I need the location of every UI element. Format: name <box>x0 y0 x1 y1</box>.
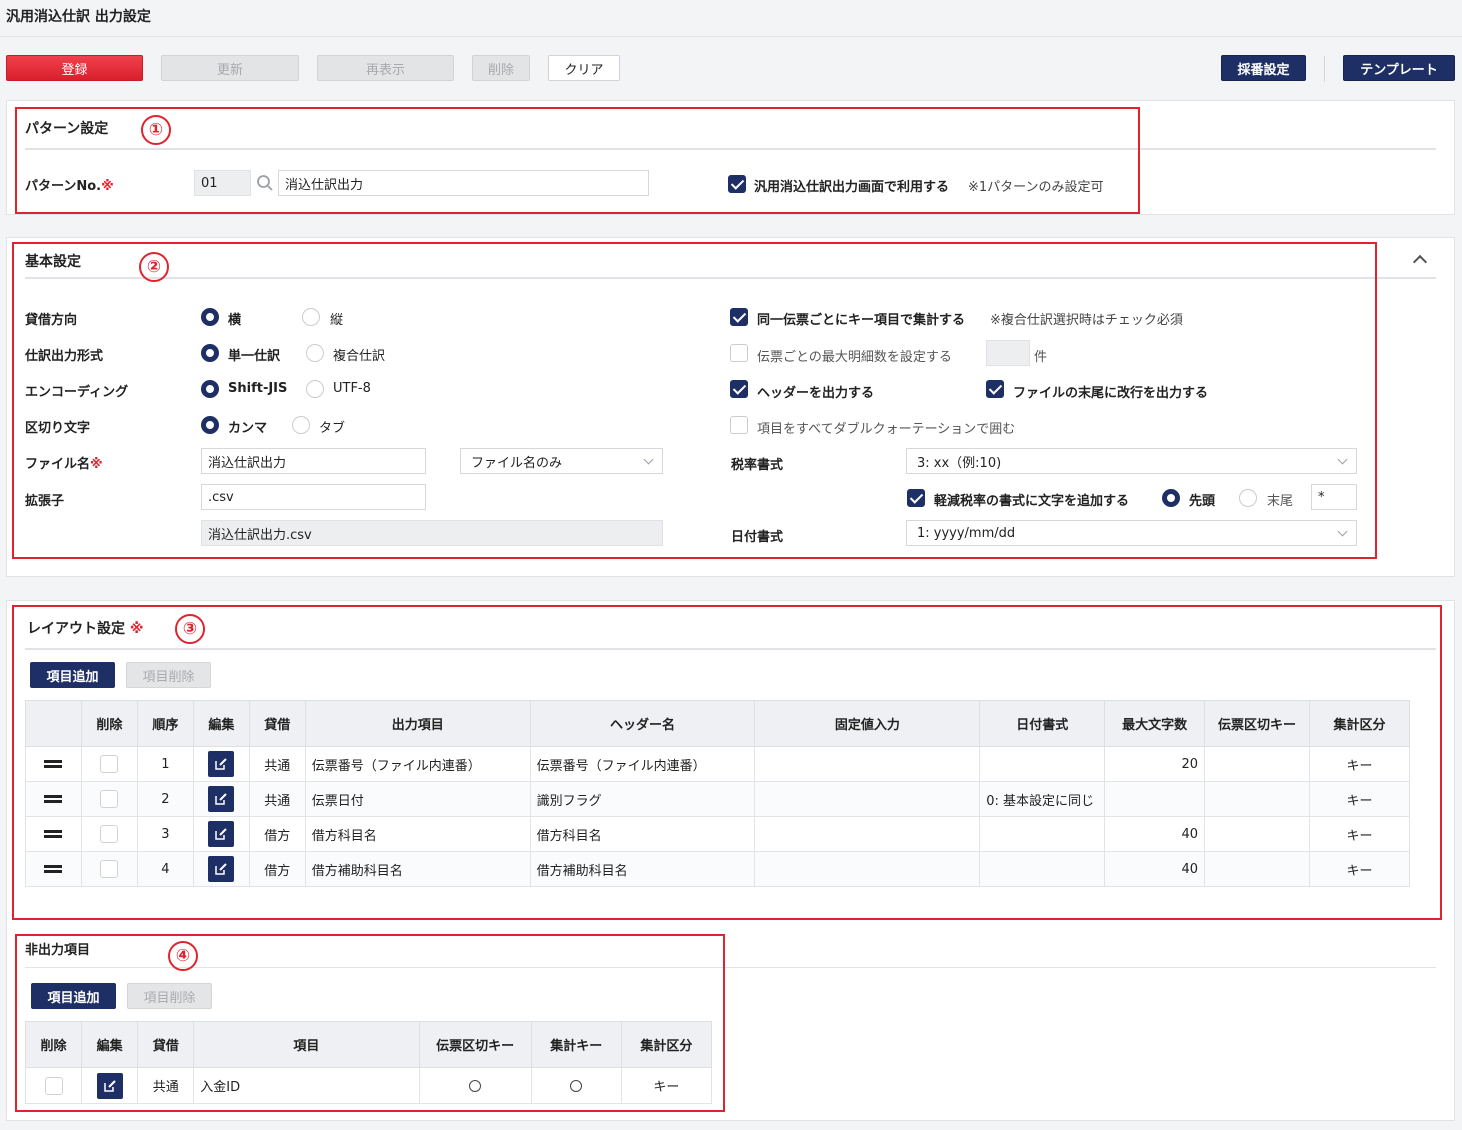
annotation-box-2 <box>12 242 1377 559</box>
annotation-box-1 <box>15 107 1140 214</box>
clear-button[interactable]: クリア <box>548 55 620 81</box>
annotation-box-4 <box>15 934 725 1112</box>
update-button[interactable]: 更新 <box>161 55 299 81</box>
delete-button[interactable]: 削除 <box>472 55 530 81</box>
redisplay-button[interactable]: 再表示 <box>317 55 454 81</box>
title-divider <box>0 36 1462 37</box>
template-button[interactable]: テンプレート <box>1343 55 1455 81</box>
annotation-number-4: ④ <box>168 941 198 971</box>
page-title: 汎用消込仕訳 出力設定 <box>6 9 151 25</box>
annotation-box-3 <box>12 605 1442 920</box>
annotation-number-1: ① <box>141 115 171 145</box>
annotation-number-2: ② <box>139 252 169 282</box>
register-button[interactable]: 登録 <box>6 55 143 81</box>
numbering-settings-button[interactable]: 採番設定 <box>1221 55 1306 81</box>
toolbar-separator <box>1324 56 1325 82</box>
annotation-number-3: ③ <box>175 614 205 644</box>
